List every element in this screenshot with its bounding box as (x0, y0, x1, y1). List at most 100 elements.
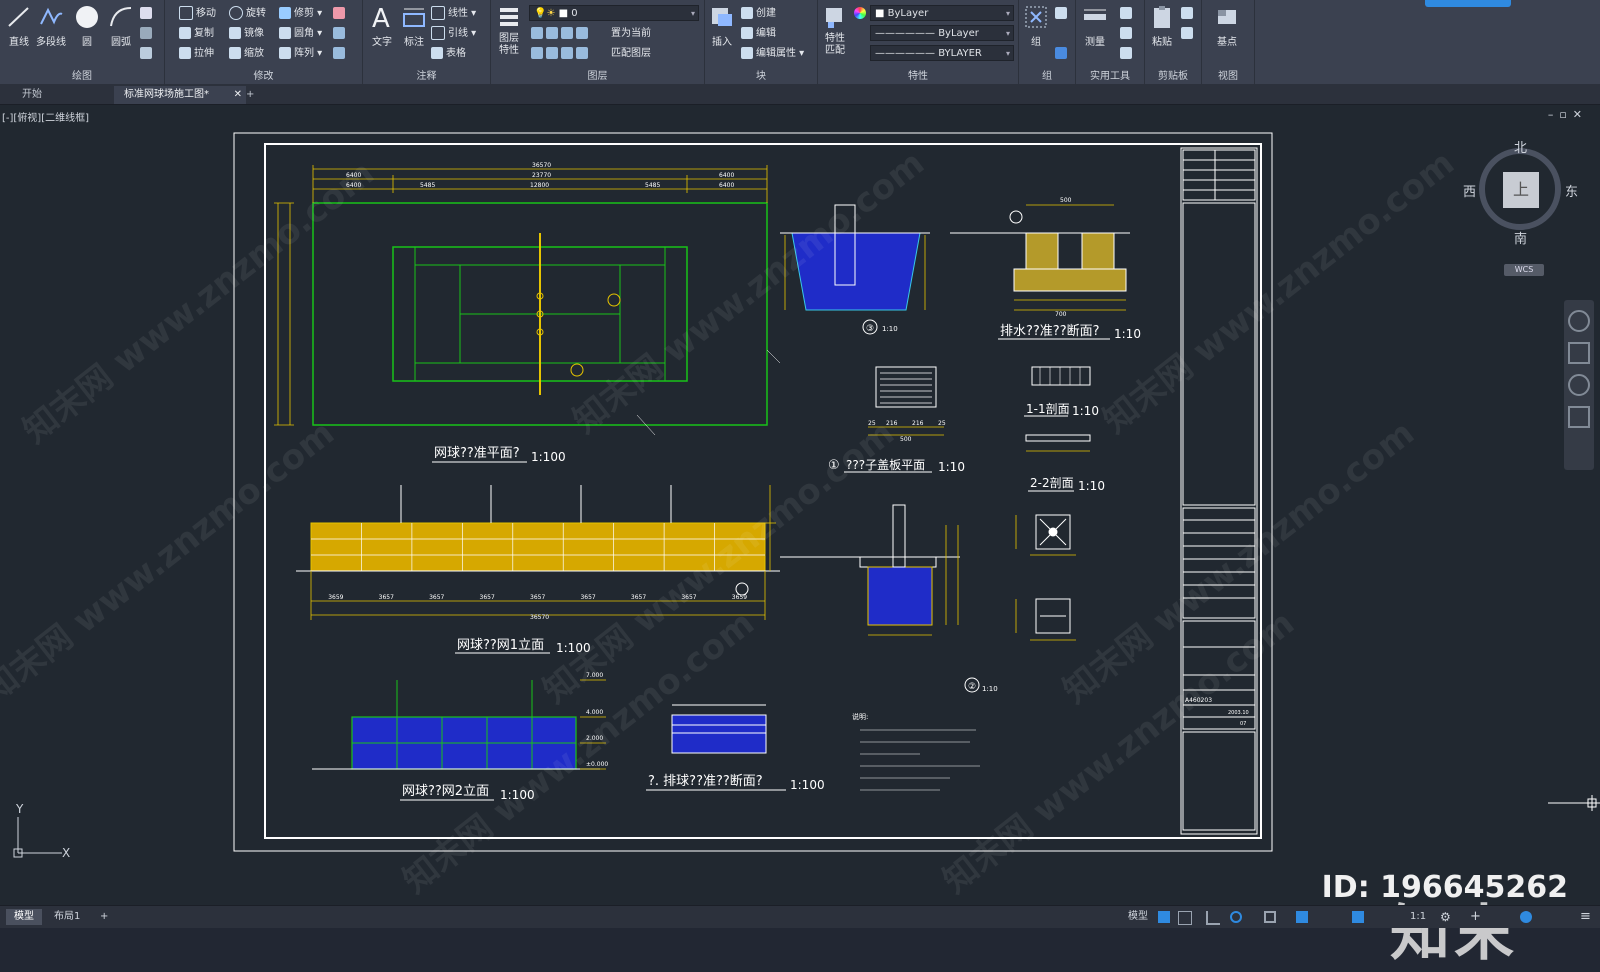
zoom-icon[interactable] (1568, 374, 1590, 396)
panel-title-view[interactable]: 视图 (1202, 67, 1254, 82)
panel-title-modify[interactable]: 修改 (165, 67, 362, 82)
settings-gear-icon[interactable]: ⚙ (1440, 910, 1451, 924)
navigation-bar[interactable] (1564, 300, 1594, 470)
explode-button[interactable] (333, 26, 348, 42)
lineweight-dropdown[interactable]: —————— BYLAYER ▾ (870, 45, 1014, 61)
group-select[interactable] (1055, 46, 1070, 62)
color-dropdown[interactable]: ■ ByLayer ▾ (870, 5, 1014, 21)
wcs-dropdown[interactable]: WCS (1504, 264, 1544, 276)
drawing-viewport[interactable]: [-][俯视][二维线框] –▫✕ A460203 2003.10 07 365… (0, 105, 1600, 969)
customize-icon[interactable]: ≡ (1580, 909, 1591, 924)
erase-button[interactable] (333, 6, 348, 22)
mirror-button[interactable]: 镜像 (229, 26, 264, 42)
viewcube-east[interactable]: 东 (1565, 181, 1578, 200)
hatch-dropdown[interactable] (140, 26, 155, 42)
crosshair-cursor (1548, 795, 1600, 811)
polar-icon[interactable] (1230, 911, 1242, 923)
layer-tools-row1[interactable] (531, 26, 591, 42)
panel-title-utilities[interactable]: 实用工具 (1076, 67, 1144, 82)
tab-drawing[interactable]: 标准网球场施工图* ✕ (114, 86, 246, 104)
snap-icon[interactable] (1178, 911, 1192, 925)
measure-button[interactable]: 测量 (1078, 4, 1112, 48)
calc-tool[interactable] (1120, 46, 1135, 62)
offset-button[interactable] (333, 46, 348, 62)
insert-button[interactable]: 插入 (705, 4, 739, 48)
polyline-button[interactable]: 多段线 (32, 4, 70, 48)
viewcube[interactable]: 上 北 南 东 西 (1463, 141, 1578, 247)
annotation-icon[interactable] (1352, 911, 1364, 923)
panel-title-layers[interactable]: 图层 (491, 67, 704, 82)
pan-icon[interactable] (1568, 342, 1590, 364)
line-button[interactable]: 直线 (2, 4, 36, 48)
model-space-button[interactable]: 模型 (1120, 909, 1156, 925)
edit-block-button[interactable]: 编辑 (741, 26, 776, 42)
create-block-button[interactable]: 创建 (741, 6, 776, 22)
tab-layout1[interactable]: 布局1 (46, 909, 88, 925)
edit-attr-button[interactable]: 编辑属性 ▾ (741, 46, 804, 62)
move-button[interactable]: 移动 (179, 6, 216, 22)
layer-properties-button[interactable]: 图层 特性 (491, 4, 527, 57)
drain-section-bottom (671, 704, 767, 754)
viewcube-south[interactable]: 南 (1514, 228, 1527, 247)
tab-model[interactable]: 模型 (6, 909, 42, 925)
cut-button[interactable] (1181, 6, 1196, 22)
point-tool[interactable] (1120, 26, 1135, 42)
lineweight-icon[interactable] (1296, 911, 1308, 923)
leader-button[interactable]: 引线 ▾ (431, 26, 476, 42)
boundary-dropdown[interactable] (140, 46, 155, 62)
panel-utilities: 测量 实用工具 (1076, 0, 1145, 84)
panel-title-properties[interactable]: 特性 (818, 67, 1018, 82)
dimension-button[interactable]: 标注 (397, 4, 431, 48)
plus-icon[interactable]: + (1470, 909, 1481, 924)
rotate-button[interactable]: 旋转 (229, 6, 266, 22)
circle-button[interactable]: 圆 (70, 4, 104, 48)
quick-select[interactable] (1120, 6, 1135, 22)
table-button[interactable]: 表格 (431, 46, 466, 62)
stretch-button[interactable]: 拉伸 (179, 46, 214, 62)
arc-icon (110, 7, 132, 27)
add-layout-button[interactable]: + (92, 909, 116, 925)
group-button[interactable]: 组 (1019, 4, 1053, 48)
match-properties-button[interactable]: 特性 匹配 (818, 4, 852, 57)
base-button[interactable]: 基点 (1210, 4, 1244, 48)
copy-clip-button[interactable] (1181, 26, 1196, 42)
plan-dim-mid: 23770 (532, 172, 551, 179)
rect-dropdown[interactable] (140, 6, 155, 22)
viewcube-face[interactable]: 上 (1503, 172, 1539, 208)
viewcube-north[interactable]: 北 (1514, 137, 1527, 156)
set-current-button[interactable]: 置为当前 (611, 26, 651, 42)
panel-title-groups[interactable]: 组 (1019, 67, 1075, 82)
orbit-icon[interactable] (1568, 406, 1590, 428)
isolate-icon[interactable] (1520, 911, 1532, 923)
linetype-dropdown[interactable]: —————— ByLayer ▾ (870, 25, 1014, 41)
copy-button[interactable]: 复制 (179, 26, 214, 42)
layer-dropdown[interactable]: 💡☀ ■ 0 ▾ (529, 5, 699, 21)
group-tools[interactable] (1055, 6, 1070, 22)
arc-button[interactable]: 圆弧 (104, 4, 138, 48)
array-button[interactable]: 阵列 ▾ (279, 46, 322, 62)
signin-button[interactable] (1425, 0, 1511, 7)
linear-button[interactable]: 线性 ▾ (431, 6, 476, 22)
paste-button[interactable]: 粘贴 (1145, 4, 1179, 48)
arc-label: 圆弧 (111, 37, 131, 48)
tab-start[interactable]: 开始 (12, 86, 52, 104)
cover-dim-25b: 25 (938, 420, 946, 427)
panel-title-block[interactable]: 块 (705, 67, 817, 82)
osnap-icon[interactable] (1264, 911, 1276, 923)
ortho-icon[interactable] (1206, 911, 1220, 925)
new-tab-button[interactable]: + (236, 86, 264, 104)
match-layer-button[interactable]: 匹配图层 (611, 46, 651, 62)
viewcube-west[interactable]: 西 (1463, 181, 1476, 200)
base-view-icon (1218, 10, 1236, 24)
trim-button[interactable]: 修剪 ▾ (279, 6, 322, 22)
nav-wheel-icon[interactable] (1568, 310, 1590, 332)
grid-icon[interactable] (1158, 911, 1170, 923)
panel-title-annotation[interactable]: 注释 (363, 67, 490, 82)
fillet-button[interactable]: 圆角 ▾ (279, 26, 322, 42)
text-button[interactable]: A 文字 (365, 4, 399, 48)
scale-button[interactable]: 缩放 (229, 46, 264, 62)
panel-title-clipboard[interactable]: 剪贴板 (1145, 67, 1201, 82)
annotation-scale[interactable]: 1:1 (1402, 909, 1434, 925)
panel-title-draw[interactable]: 绘图 (0, 67, 164, 82)
layer-tools-row2[interactable] (531, 46, 591, 62)
